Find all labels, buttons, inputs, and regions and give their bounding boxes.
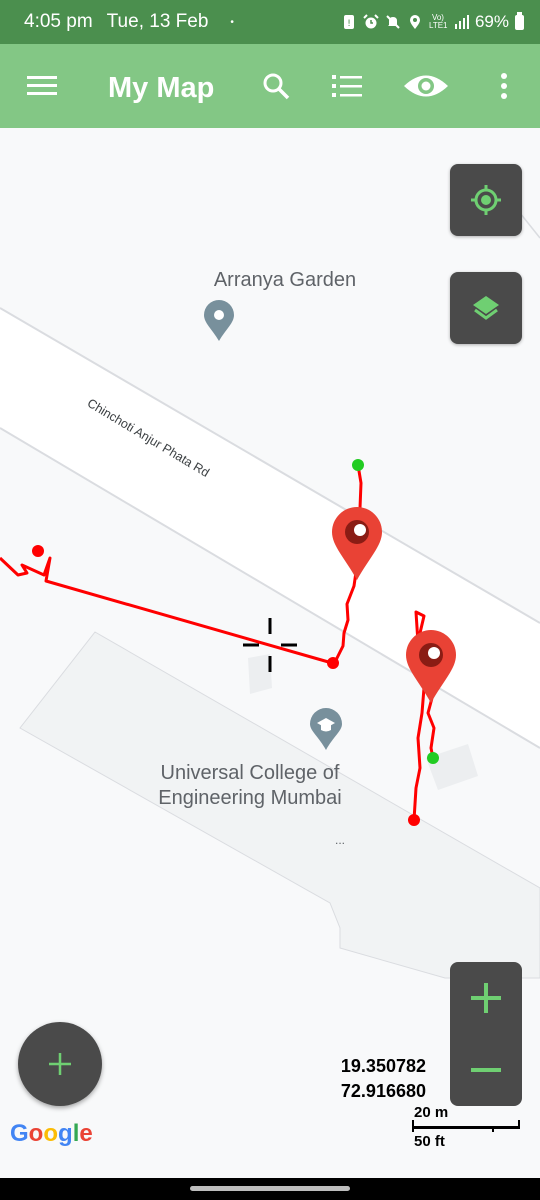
scale-line bbox=[412, 1126, 520, 1129]
place-pin-icon[interactable] bbox=[204, 300, 234, 341]
building bbox=[426, 744, 478, 790]
track-end-point bbox=[408, 814, 420, 826]
plus-icon bbox=[471, 983, 501, 1013]
place-label[interactable]: Arranya Garden bbox=[180, 268, 390, 293]
eye-icon bbox=[404, 75, 448, 97]
scale-tick bbox=[518, 1120, 520, 1128]
scale-imperial: 50 ft bbox=[414, 1133, 445, 1150]
signal-icon bbox=[454, 15, 469, 29]
google-logo-letter: G bbox=[10, 1120, 29, 1147]
app-bar: My Map bbox=[0, 44, 540, 128]
sim-alert-icon: ! bbox=[343, 15, 354, 29]
longitude: 72.916680 bbox=[340, 1081, 426, 1101]
track-end-point bbox=[327, 657, 339, 669]
scale-tick bbox=[412, 1120, 414, 1132]
status-date: Tue, 13 Feb bbox=[106, 11, 209, 32]
school-pin-icon[interactable] bbox=[310, 708, 342, 750]
google-logo: Google bbox=[10, 1120, 93, 1148]
map-ellipsis: ... bbox=[334, 833, 345, 847]
add-button[interactable] bbox=[18, 1022, 102, 1106]
list-button[interactable] bbox=[327, 66, 367, 106]
location-icon bbox=[409, 15, 420, 29]
zoom-out-button[interactable] bbox=[450, 1034, 522, 1106]
scale-tick bbox=[492, 1126, 494, 1132]
building bbox=[248, 654, 272, 694]
track-end-point bbox=[32, 545, 44, 557]
battery-percent: 69% bbox=[474, 12, 509, 31]
google-logo-letter: o bbox=[43, 1120, 59, 1147]
visibility-button[interactable] bbox=[402, 66, 450, 106]
mute-icon bbox=[386, 15, 400, 29]
my-location-button[interactable] bbox=[450, 164, 522, 236]
search-button[interactable] bbox=[256, 66, 296, 106]
status-time: 4:05 pm bbox=[24, 11, 93, 32]
more-button[interactable] bbox=[484, 66, 524, 106]
notification-dot: • bbox=[230, 16, 234, 28]
layers-icon bbox=[473, 296, 499, 320]
zoom-in-button[interactable] bbox=[450, 962, 522, 1034]
my-location-icon bbox=[471, 185, 501, 215]
battery-icon bbox=[515, 11, 524, 30]
navigation-bar bbox=[0, 1178, 540, 1200]
google-logo-letter: g bbox=[58, 1120, 73, 1147]
search-icon bbox=[263, 73, 290, 100]
list-icon bbox=[332, 75, 362, 97]
scale-bar: 20 m 50 ft bbox=[412, 1104, 524, 1152]
menu-icon bbox=[27, 76, 57, 95]
status-bar: 4:05 pm Tue, 13 Feb • ! Vo) LTE1 69% bbox=[0, 0, 540, 44]
menu-button[interactable] bbox=[22, 66, 62, 106]
latitude: 19.350782 bbox=[340, 1056, 426, 1076]
google-logo-letter: o bbox=[28, 1120, 44, 1147]
scale-metric: 20 m bbox=[414, 1104, 449, 1121]
gesture-handle[interactable] bbox=[190, 1186, 350, 1191]
track-start-point bbox=[352, 459, 364, 471]
zoom-controls bbox=[450, 962, 522, 1106]
google-logo-letter: e bbox=[79, 1120, 93, 1147]
plus-icon bbox=[49, 1053, 71, 1075]
minus-icon bbox=[471, 1068, 501, 1072]
volte-icon: Vo) LTE1 bbox=[428, 13, 448, 30]
layers-button[interactable] bbox=[450, 272, 522, 344]
more-vert-icon bbox=[501, 73, 507, 99]
map-view[interactable]: Arranya Garden Chinchoti Anjur Phata Rd … bbox=[0, 128, 540, 1178]
alarm-icon bbox=[363, 14, 379, 29]
app-title: My Map bbox=[108, 72, 215, 104]
svg-text:!: ! bbox=[347, 19, 351, 29]
status-icons: ! Vo) LTE1 69% bbox=[341, 11, 524, 32]
place-label[interactable]: Universal College of Engineering Mumbai bbox=[136, 761, 364, 811]
track-start-point bbox=[427, 752, 439, 764]
coordinate-readout: 19.350782 72.916680 bbox=[300, 1054, 426, 1104]
